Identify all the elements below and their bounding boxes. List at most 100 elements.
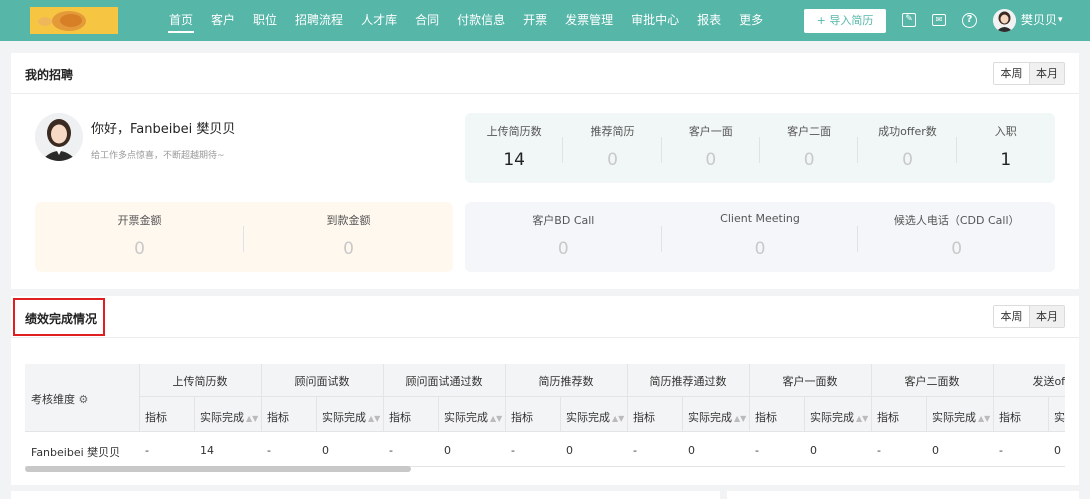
nav-item[interactable]: 开票 — [514, 0, 556, 41]
performance-table: 考核维度 ⚙ 上传简历数 指标 实际完成 ▲▼ -14 顾问面试数 指标 实际完成 ▲▼ -0 顾问… — [25, 364, 1065, 467]
actual-header[interactable]: 实际完成▲▼ — [810, 409, 868, 425]
column-divider — [749, 364, 750, 431]
nav-item[interactable]: 报表 — [688, 0, 730, 41]
stat-label: 客户BD Call — [532, 214, 595, 227]
import-resume-button[interactable]: + 导入简历 — [804, 9, 886, 33]
stat-value: 14 — [503, 150, 525, 170]
toggle-month[interactable]: 本月 — [1029, 63, 1064, 84]
sort-icon[interactable]: ▲▼ — [490, 414, 502, 423]
greeting-text: 你好，Fanbeibei 樊贝贝 — [91, 122, 236, 137]
column-divider — [383, 364, 384, 431]
panel-title: 我的招聘 — [25, 68, 74, 82]
mail-icon[interactable]: ✉ — [932, 14, 946, 26]
actual-header[interactable]: 实际完成▲▼ — [444, 409, 502, 425]
target-header: 指标 — [145, 411, 167, 424]
target-cell: - — [877, 444, 881, 457]
actual-cell: 0 — [932, 444, 939, 457]
dimension-label: 考核维度 ⚙ — [31, 393, 89, 406]
stat-label: 推荐简历 — [590, 125, 635, 138]
actual-header[interactable]: 实际完成▲▼ — [1054, 409, 1065, 425]
nav-item[interactable]: 客户 — [202, 0, 244, 41]
column-divider — [804, 396, 805, 431]
actual-header[interactable]: 实际完成▲▼ — [688, 409, 746, 425]
column-divider — [316, 396, 317, 431]
row-divider — [25, 431, 1065, 432]
stat-item: 入职 1 — [957, 113, 1055, 183]
nav-item[interactable]: 合同 — [406, 0, 448, 41]
stat-item: 候选人电话（CDD Call） 0 — [858, 202, 1055, 272]
help-icon[interactable]: ? — [962, 13, 977, 28]
column-divider — [139, 364, 140, 431]
stat-item: 推荐简历 0 — [563, 113, 662, 183]
user-name[interactable]: 樊贝贝 — [1021, 0, 1057, 41]
nav-item[interactable]: 人才库 — [352, 0, 406, 41]
nav-item[interactable]: 首页 — [160, 0, 202, 41]
divider — [11, 93, 1079, 94]
stat-label: 候选人电话（CDD Call） — [893, 214, 1020, 227]
nav-item[interactable]: 更多 — [730, 0, 772, 41]
target-cell: - — [389, 444, 393, 457]
actual-header[interactable]: 实际完成▲▼ — [322, 409, 380, 425]
row-name: Fanbeibei 樊贝贝 — [31, 446, 121, 459]
actual-header[interactable]: 实际完成▲▼ — [932, 409, 990, 425]
money-stats-box: 开票金额 0 到款金额 0 — [35, 202, 453, 272]
chevron-down-icon[interactable]: ▾ — [1058, 0, 1063, 41]
stat-item: 上传简历数 14 — [465, 113, 564, 183]
sort-icon[interactable]: ▲▼ — [368, 414, 380, 423]
stat-value: 0 — [754, 239, 766, 259]
user-avatar[interactable] — [993, 9, 1016, 32]
target-header: 指标 — [389, 411, 411, 424]
call-stats-box: 客户BD Call 0 Client Meeting 0 候选人电话（CDD Call）… — [465, 202, 1055, 272]
sort-icon[interactable]: ▲▼ — [856, 414, 868, 423]
column-group-header: 简历推荐通过数 — [649, 375, 727, 388]
toggle-week[interactable]: 本周 — [994, 306, 1029, 327]
target-cell: - — [267, 444, 271, 457]
column-divider — [682, 396, 683, 431]
company-logo[interactable] — [30, 7, 118, 34]
nav-item[interactable]: 招聘流程 — [286, 0, 352, 41]
column-divider — [627, 364, 628, 431]
recruit-stats-box: 上传简历数 14 推荐简历 0 客户一面 0 客户二面 0 成功offer数 0 入职 1 — [465, 113, 1055, 183]
column-divider — [1048, 396, 1049, 431]
nav-item[interactable]: 付款信息 — [448, 0, 514, 41]
target-header: 指标 — [633, 411, 655, 424]
sort-icon[interactable]: ▲▼ — [978, 414, 990, 423]
main-nav: 首页 客户 职位 招聘流程 人才库 合同 付款信息 开票 发票管理 审批中心 报表 更多 — [160, 0, 772, 41]
actual-header-label: 实际完成 — [566, 411, 610, 424]
stat-label: 开票金额 — [117, 214, 162, 227]
actual-header-label: 实际完成 — [688, 411, 732, 424]
column-group-header: 客户一面数 — [782, 375, 838, 388]
row-divider — [139, 396, 1065, 397]
stat-item: Client Meeting 0 — [662, 202, 859, 272]
stat-item: 客户一面 0 — [662, 113, 760, 183]
actual-cell: 0 — [810, 444, 817, 457]
actual-header-label: 实际完成 — [810, 411, 854, 424]
stat-value: 0 — [343, 239, 354, 259]
stat-label: 成功offer数 — [878, 125, 937, 138]
actual-header-label: 实际完成 — [1054, 411, 1065, 424]
highlight-box — [13, 298, 105, 336]
stat-label: 入职 — [994, 125, 1017, 138]
actual-header-label: 实际完成 — [200, 411, 244, 424]
actual-header[interactable]: 实际完成▲▼ — [200, 409, 258, 425]
target-cell: - — [511, 444, 515, 457]
toggle-week[interactable]: 本周 — [994, 63, 1029, 84]
sort-icon[interactable]: ▲▼ — [612, 414, 624, 423]
stat-label: Client Meeting — [720, 212, 800, 225]
toggle-month[interactable]: 本月 — [1029, 306, 1064, 327]
nav-item[interactable]: 发票管理 — [556, 0, 622, 41]
nav-item[interactable]: 审批中心 — [622, 0, 688, 41]
column-group-header: 顾问面试数 — [294, 375, 350, 388]
target-header: 指标 — [877, 411, 899, 424]
sort-icon[interactable]: ▲▼ — [246, 414, 258, 423]
target-cell: - — [633, 444, 637, 457]
column-divider — [871, 364, 872, 431]
horizontal-scrollbar[interactable] — [25, 466, 411, 472]
nav-item[interactable]: 职位 — [244, 0, 286, 41]
settings-icon[interactable]: ⚙ — [79, 393, 89, 406]
actual-cell: 14 — [200, 444, 214, 457]
actual-header[interactable]: 实际完成▲▼ — [566, 409, 624, 425]
column-group-header: 上传简历数 — [172, 375, 228, 388]
sort-icon[interactable]: ▲▼ — [734, 414, 746, 423]
edit-icon[interactable]: ✎ — [902, 13, 916, 27]
